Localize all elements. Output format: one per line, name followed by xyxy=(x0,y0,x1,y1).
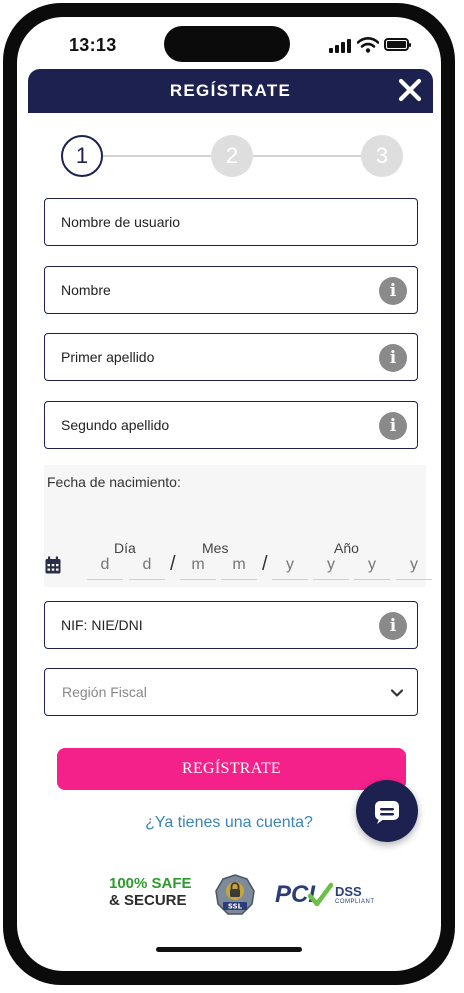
second-surname-placeholder: Segundo apellido xyxy=(61,417,170,433)
step-3: 3 xyxy=(361,135,403,177)
status-bar: 13:13 xyxy=(17,17,441,73)
progress-stepper: 1 2 3 xyxy=(61,135,403,177)
month-digit-1[interactable]: m xyxy=(180,555,216,580)
date-separator: / xyxy=(262,553,268,575)
step-connector xyxy=(103,155,211,157)
step-connector xyxy=(253,155,361,157)
screen: 13:13 REGÍSTRATE 1 2 3 Nombre de usuario… xyxy=(17,17,441,971)
compliant-text: COMPLIANT xyxy=(335,899,375,905)
month-label: Mes xyxy=(202,540,229,556)
year-digit-4[interactable]: y xyxy=(396,555,432,580)
ssl-text: SSL xyxy=(228,903,243,911)
day-label: Día xyxy=(114,540,136,556)
calendar-icon[interactable] xyxy=(45,556,61,574)
month-digit-2[interactable]: m xyxy=(221,555,257,580)
status-time: 13:13 xyxy=(69,35,117,55)
info-icon[interactable]: i xyxy=(379,412,407,440)
date-separator: / xyxy=(170,553,176,575)
step-1: 1 xyxy=(61,135,103,177)
day-digit-1[interactable]: d xyxy=(87,555,123,580)
username-placeholder: Nombre de usuario xyxy=(61,214,181,230)
info-icon[interactable]: i xyxy=(379,612,407,640)
day-digit-2[interactable]: d xyxy=(129,555,165,580)
safe-line2: & SECURE xyxy=(109,892,187,909)
year-digit-2[interactable]: y xyxy=(313,555,349,580)
modal-title: REGÍSTRATE xyxy=(169,81,292,100)
year-label: Año xyxy=(334,540,359,556)
ssl-seal-icon: SSL xyxy=(215,874,255,915)
wifi-icon xyxy=(357,37,379,53)
dss-text: DSS xyxy=(335,884,362,899)
chevron-down-icon xyxy=(390,689,404,697)
chat-icon xyxy=(375,801,399,824)
nif-placeholder: NIF: NIE/DNI xyxy=(61,617,143,633)
first-surname-input[interactable]: Primer apellido i xyxy=(44,333,418,381)
birth-date-label: Fecha de nacimiento: xyxy=(47,474,181,490)
first-surname-placeholder: Primer apellido xyxy=(61,349,155,365)
checkmark-icon xyxy=(307,882,333,907)
fiscal-region-select[interactable]: Región Fiscal xyxy=(44,668,418,716)
safe-secure-badge: 100% SAFE & SECURE xyxy=(109,875,192,909)
info-icon[interactable]: i xyxy=(379,277,407,305)
fiscal-region-value: Región Fiscal xyxy=(62,684,147,700)
chat-button[interactable] xyxy=(356,780,418,842)
nif-input[interactable]: NIF: NIE/DNI i xyxy=(44,601,418,649)
cellular-signal-icon xyxy=(329,39,351,53)
pci-dss-badge: PCI DSS COMPLIANT xyxy=(269,879,374,913)
home-indicator[interactable] xyxy=(156,947,302,952)
step-2: 2 xyxy=(211,135,253,177)
register-button[interactable]: REGÍSTRATE xyxy=(57,748,406,790)
modal-header: REGÍSTRATE xyxy=(28,69,433,113)
battery-icon xyxy=(384,38,411,51)
close-icon[interactable] xyxy=(395,75,425,105)
trust-badges: 100% SAFE & SECURE SSL PCI DSS COMPLIANT xyxy=(109,872,374,916)
safe-line1: 100% SAFE xyxy=(109,875,192,892)
username-input[interactable]: Nombre de usuario xyxy=(44,198,418,246)
name-placeholder: Nombre xyxy=(61,282,111,298)
info-icon[interactable]: i xyxy=(379,344,407,372)
second-surname-input[interactable]: Segundo apellido i xyxy=(44,401,418,449)
phone-frame: 13:13 REGÍSTRATE 1 2 3 Nombre de usuario… xyxy=(3,3,455,985)
dynamic-island xyxy=(164,26,290,62)
name-input[interactable]: Nombre i xyxy=(44,266,418,314)
year-digit-1[interactable]: y xyxy=(272,555,308,580)
year-digit-3[interactable]: y xyxy=(354,555,390,580)
birth-date-section: Fecha de nacimiento: Día Mes Año d d / m… xyxy=(44,465,432,587)
